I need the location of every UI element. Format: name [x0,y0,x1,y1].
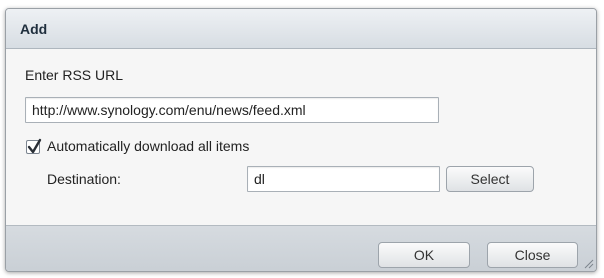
rss-url-input[interactable] [25,97,439,123]
auto-download-label[interactable]: Automatically download all items [47,138,249,154]
destination-label: Destination: [47,171,121,187]
select-destination-button[interactable]: Select [446,166,534,192]
dialog-title: Add [20,21,48,37]
rss-url-label: Enter RSS URL [25,67,124,83]
auto-download-checkbox[interactable] [26,138,42,154]
ok-button[interactable]: OK [378,242,470,268]
dialog-titlebar[interactable]: Add [6,9,596,49]
checkmark-icon [27,138,42,154]
add-rss-dialog: Add Enter RSS URL Automatically download… [5,8,597,272]
resize-grip-icon[interactable] [582,257,594,269]
close-button[interactable]: Close [487,242,578,268]
destination-input[interactable] [247,166,440,192]
